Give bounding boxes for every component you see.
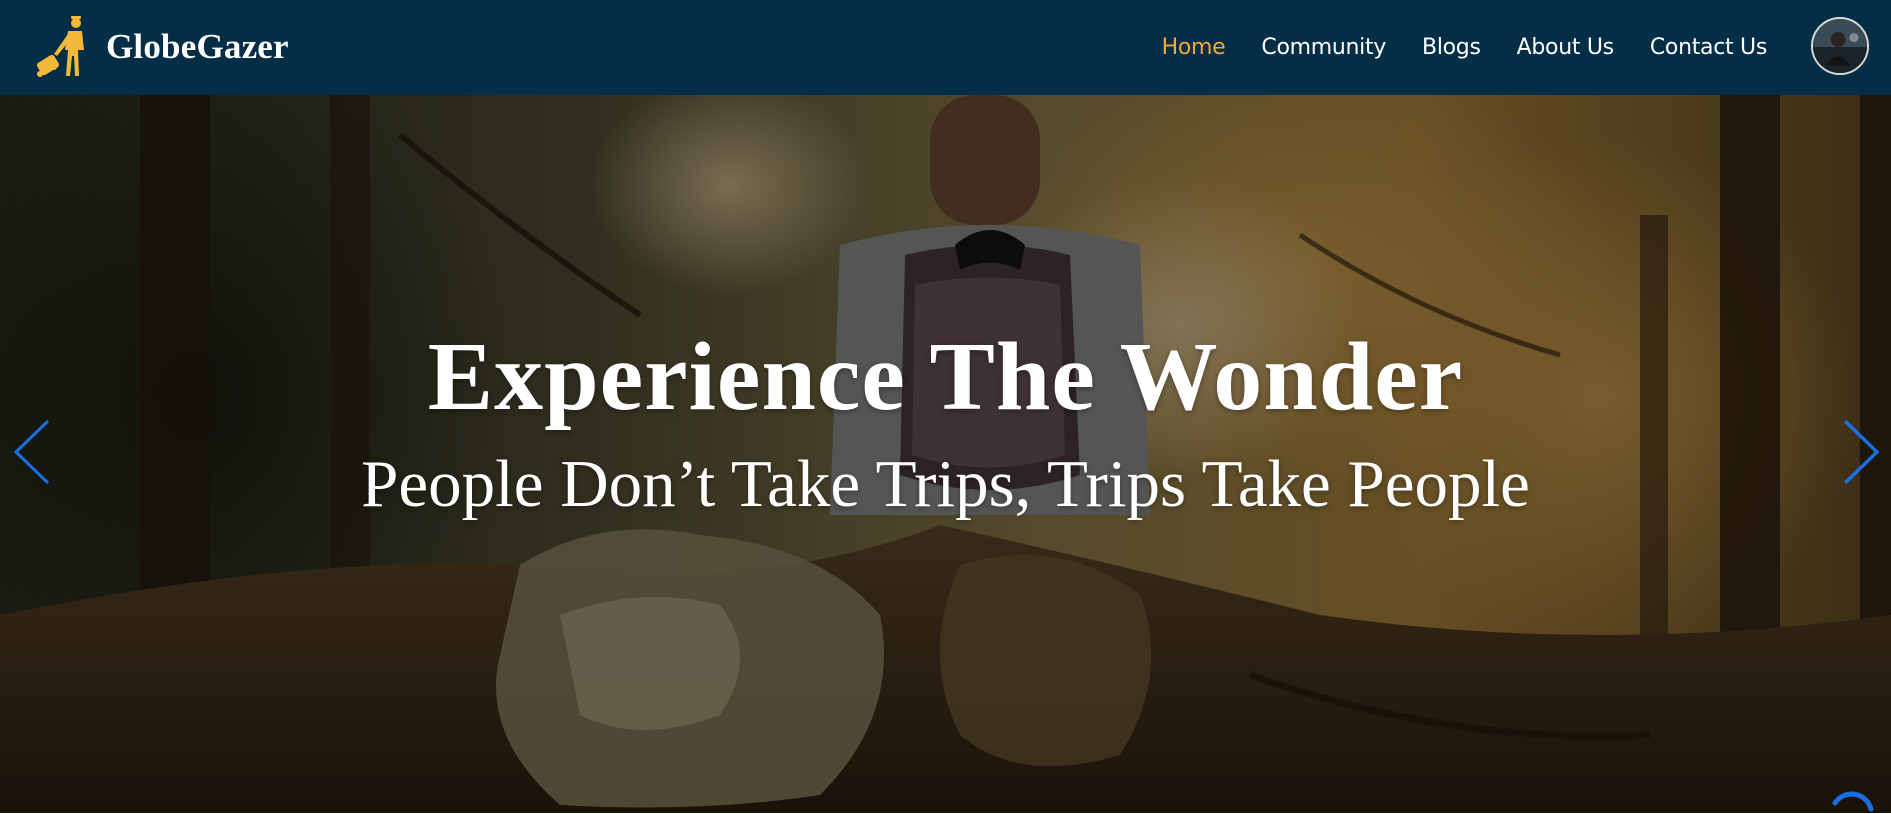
nav-item-contact: Contact Us [1650, 35, 1767, 60]
user-avatar-icon[interactable] [1811, 17, 1869, 75]
nav-link-contact-us[interactable]: Contact Us [1650, 35, 1767, 60]
avatar-image [1813, 19, 1867, 73]
scroll-progress-icon[interactable] [1829, 785, 1877, 813]
top-navbar: GlobeGazer Home Community Blogs About Us… [0, 0, 1891, 95]
nav-item-about: About Us [1517, 35, 1615, 60]
carousel-prev-button[interactable] [10, 417, 60, 487]
brand-name: GlobeGazer [106, 27, 289, 66]
nav-item-home: Home [1162, 35, 1226, 60]
nav-link-community[interactable]: Community [1261, 35, 1386, 60]
nav-link-blogs[interactable]: Blogs [1422, 35, 1481, 60]
nav-link-about-us[interactable]: About Us [1517, 35, 1615, 60]
hero-subtitle: People Don’t Take Trips, Trips Take Peop… [361, 447, 1530, 521]
traveler-with-suitcase-icon [36, 16, 84, 77]
main-nav: Home Community Blogs About Us Contact Us [1162, 0, 1768, 95]
nav-link-home[interactable]: Home [1162, 35, 1226, 60]
nav-item-community: Community [1261, 35, 1386, 60]
chevron-right-icon [1843, 419, 1880, 485]
brand-link[interactable]: GlobeGazer [34, 14, 289, 80]
nav-item-blogs: Blogs [1422, 35, 1481, 60]
hero-carousel: Experience The Wonder People Don’t Take … [0, 95, 1891, 813]
chevron-left-icon [13, 419, 50, 485]
hero-title: Experience The Wonder [427, 323, 1464, 431]
carousel-next-button[interactable] [1833, 417, 1883, 487]
